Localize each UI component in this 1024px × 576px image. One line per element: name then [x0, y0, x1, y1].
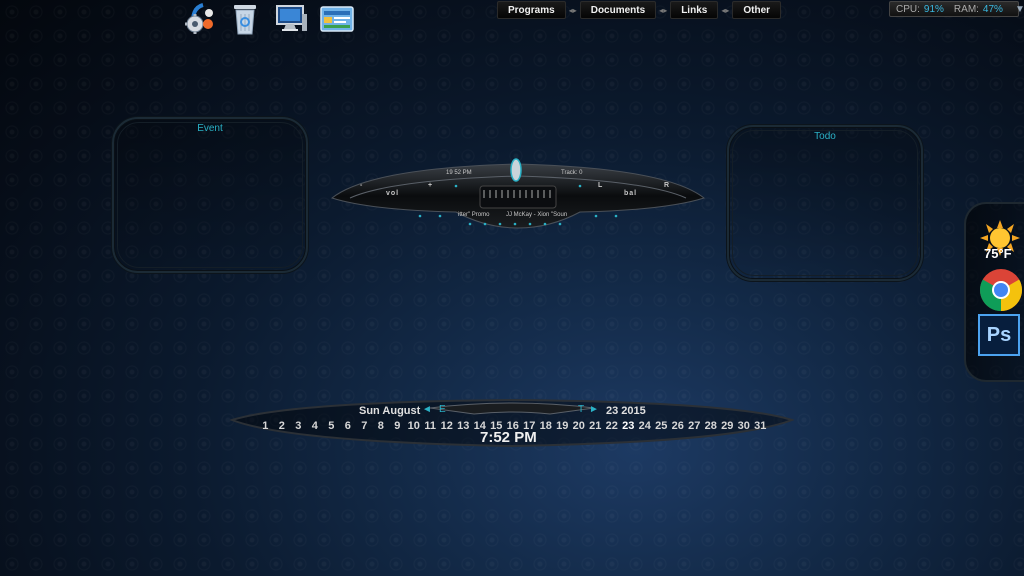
menu-separator-icon: ◂▸	[659, 5, 668, 15]
calendar-time: 7:52 PM	[480, 429, 537, 446]
chrome-icon[interactable]	[979, 268, 1023, 316]
ram-label: RAM:	[953, 3, 979, 15]
event-panel-title: Event	[197, 123, 223, 134]
menu-programs[interactable]: Programs	[497, 1, 566, 19]
cpu-value: 91%	[923, 3, 944, 15]
calendar-day[interactable]: 5	[323, 420, 340, 432]
calendar-day[interactable]: 19	[554, 420, 571, 432]
calendar-day[interactable]: 1	[257, 420, 274, 432]
calendar-day[interactable]: 11	[422, 420, 439, 432]
calendar-day[interactable]: 10	[406, 420, 423, 432]
calendar-prev-arrow-icon[interactable]: ◄	[422, 404, 432, 415]
calendar-day[interactable]: 2	[274, 420, 291, 432]
calendar-day-today[interactable]: 23	[620, 420, 637, 432]
calendar-date-year: 23 2015	[606, 405, 646, 417]
menu-separator-icon: ◂▸	[568, 5, 577, 15]
calendar-next-arrow-icon[interactable]: ►	[589, 404, 599, 415]
menu-separator-icon: ◂▸	[721, 5, 730, 15]
calendar-day[interactable]: 28	[703, 420, 720, 432]
wallpaper-pattern	[0, 0, 1024, 576]
calendar-day[interactable]: 12	[439, 420, 456, 432]
calendar-day[interactable]: 3	[290, 420, 307, 432]
calendar-weekday-month: Sun August	[359, 405, 421, 417]
calendar-day[interactable]: 24	[637, 420, 654, 432]
vol-plus-button[interactable]: +	[428, 182, 433, 189]
vol-minus-button[interactable]: -	[360, 182, 363, 189]
photoshop-icon[interactable]: Ps	[978, 314, 1020, 356]
calendar-day[interactable]: 20	[571, 420, 588, 432]
calendar-day[interactable]: 21	[587, 420, 604, 432]
calendar-day[interactable]: 27	[686, 420, 703, 432]
bal-right-button[interactable]: R	[664, 182, 670, 189]
top-menu: Programs ◂▸ Documents ◂▸ Links ◂▸ Other	[497, 1, 782, 19]
calendar-day[interactable]: 25	[653, 420, 670, 432]
calendar-day[interactable]: 4	[307, 420, 324, 432]
calendar-prev-letter: E	[439, 404, 446, 415]
event-panel: Event	[112, 117, 308, 273]
calendar-day[interactable]: 13	[455, 420, 472, 432]
calendar-day[interactable]: 18	[538, 420, 555, 432]
top-dock	[182, 2, 354, 36]
triangle-down-icon[interactable]: ▼	[1015, 4, 1024, 15]
right-dock: 75°F Ps	[964, 202, 1024, 382]
now-playing-left: itter" Promo	[458, 212, 490, 218]
calendar-day[interactable]: 26	[670, 420, 687, 432]
now-playing-right: JJ McKay - Xion "Soun	[506, 212, 568, 218]
bal-left-button[interactable]: L	[598, 182, 603, 189]
calendar-day[interactable]: 29	[719, 420, 736, 432]
menu-documents[interactable]: Documents	[579, 1, 657, 19]
photoshop-label: Ps	[986, 323, 1012, 346]
calendar-day[interactable]: 6	[340, 420, 357, 432]
menu-other[interactable]: Other	[732, 1, 782, 19]
control-panel-icon[interactable]	[320, 2, 354, 36]
menu-links[interactable]: Links	[670, 1, 719, 19]
weather-temp: 75°F	[984, 246, 1012, 261]
ram-value: 47%	[982, 3, 1003, 15]
vol-label: vol	[386, 190, 400, 197]
media-player: 19 52 PM Track: 0 - vol + L bal R itter"…	[330, 158, 706, 230]
todo-panel: Todo	[727, 125, 923, 281]
calendar-day[interactable]: 31	[752, 420, 769, 432]
recycle-bin-icon[interactable]	[228, 2, 262, 36]
calendar-day[interactable]: 30	[736, 420, 753, 432]
bal-label: bal	[624, 190, 638, 197]
system-monitor: CPU: 91% RAM: 47% ▼	[889, 1, 1024, 17]
calendar-day[interactable]: 9	[389, 420, 406, 432]
computer-icon[interactable]	[274, 2, 308, 36]
player-time: 19 52 PM	[446, 170, 472, 176]
cpu-label: CPU:	[896, 3, 920, 15]
settings-gear-icon[interactable]	[182, 2, 216, 36]
todo-panel-title: Todo	[814, 131, 836, 142]
player-track: Track: 0	[561, 170, 583, 176]
calendar-day[interactable]: 7	[356, 420, 373, 432]
calendar-next-letter: T	[578, 404, 585, 415]
calendar-day[interactable]: 22	[604, 420, 621, 432]
calendar-day[interactable]: 8	[373, 420, 390, 432]
